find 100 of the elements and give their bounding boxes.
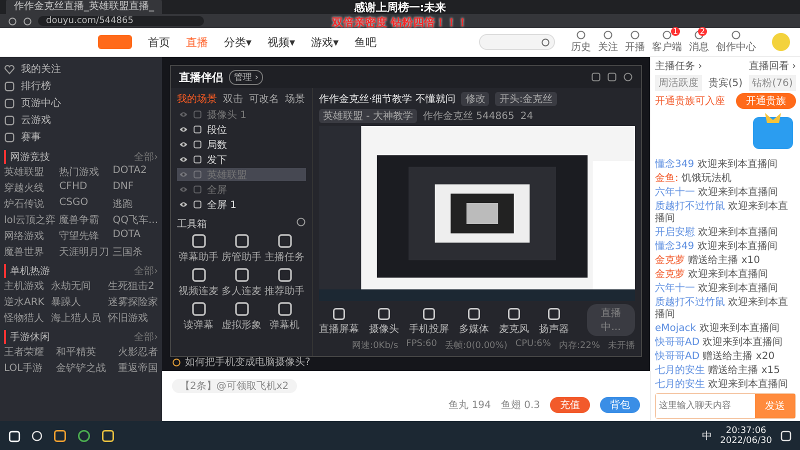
chat-link[interactable]: 主播任务 › (655, 59, 702, 73)
source-button[interactable]: 直播屏幕 (319, 307, 359, 336)
tool-button[interactable]: 弹幕机 (263, 301, 306, 332)
nav-link[interactable]: 分类▾ (224, 34, 252, 50)
scene-tab[interactable]: 场景 (285, 92, 305, 106)
scene-item[interactable]: 摄像头 1 (177, 108, 306, 121)
tip-link[interactable]: 如何把手机变成电脑摄像头? (185, 355, 310, 369)
category-link[interactable]: 热门游戏 (59, 165, 110, 179)
category-link[interactable]: 暴躁人 (51, 295, 102, 309)
header-link[interactable]: 开播 (625, 30, 645, 54)
nav-link[interactable]: 直播 (186, 34, 208, 50)
more-link[interactable]: 全部› (134, 330, 158, 344)
chat-link[interactable]: 直播回看 › (748, 59, 796, 73)
category-link[interactable]: 穿越火线 (4, 181, 56, 195)
scene-item[interactable]: 全屏 1 (177, 198, 306, 211)
tool-button[interactable]: 房管助手 (220, 233, 263, 264)
ime-indicator[interactable]: 中 (702, 429, 712, 443)
stat-text: FPS:60 (406, 339, 437, 351)
source-button[interactable]: 扬声器 (539, 307, 569, 336)
chat-tab[interactable]: 钻粉(76) (749, 75, 796, 91)
manage-button[interactable]: 管理 › (229, 70, 264, 84)
chat-message: 金克萝 赠送给主播 x10 (655, 255, 762, 267)
scene-item[interactable]: 局数 (177, 138, 306, 151)
tool-button[interactable]: 弹幕助手 (177, 233, 220, 264)
source-button[interactable]: 多媒体 (459, 307, 489, 336)
category-link[interactable]: 三国杀 (112, 245, 158, 259)
category-link[interactable]: 英雄联盟 (4, 165, 56, 179)
nav-link[interactable]: 鱼吧 (354, 34, 377, 50)
category-link[interactable]: 逆水ARK (4, 295, 44, 309)
more-link[interactable]: 全部› (134, 150, 158, 164)
category-link[interactable]: 逃跑 (112, 197, 158, 211)
notice-field[interactable]: 开头:金克丝 (495, 92, 557, 106)
tool-button[interactable]: 推荐助手 (263, 267, 306, 298)
scene-item[interactable]: 段位 (177, 123, 306, 136)
category-link[interactable]: 主机游戏 (4, 279, 44, 293)
site-logo[interactable] (98, 35, 132, 49)
category-link[interactable]: LOL手游 (4, 361, 44, 375)
scene-tab[interactable]: 双击 (223, 92, 243, 106)
go-live-button[interactable]: 直播中... (587, 304, 635, 336)
recharge-button[interactable]: 充值 (550, 397, 590, 413)
category-link[interactable]: 和平精英 (56, 345, 106, 359)
category-link[interactable]: 炉石传说 (4, 197, 56, 211)
category-link[interactable]: 生死狙击2 (108, 279, 158, 293)
clock[interactable]: 20:37:06 2022/06/30 (720, 426, 772, 446)
tool-button[interactable]: 多人连麦 (220, 267, 263, 298)
source-button[interactable]: 手机投屏 (409, 307, 449, 336)
source-button[interactable]: 麦克风 (499, 307, 529, 336)
category-link[interactable]: 火影忍者 (118, 345, 158, 359)
sidebar-item[interactable]: 赛事 (4, 129, 158, 145)
category-link[interactable]: 迷雾探险家 (108, 295, 158, 309)
category-link[interactable]: 天涯明月刀 (59, 245, 110, 259)
tool-button[interactable]: 虚拟形象 (220, 301, 263, 332)
source-button[interactable]: 摄像头 (369, 307, 399, 336)
tool-button[interactable]: 视频连麦 (177, 267, 220, 298)
search-field[interactable] (479, 34, 555, 50)
category-link[interactable]: 怀旧游戏 (108, 311, 158, 325)
category-link[interactable]: 魔兽世界 (4, 245, 56, 259)
category-field[interactable]: 英雄联盟 - 大神教学 (319, 109, 417, 123)
tool-button[interactable]: 读弹幕 (177, 301, 220, 332)
chat-tab[interactable]: 周活跃度 (655, 75, 702, 91)
sidebar-item[interactable]: 页游中心 (4, 95, 158, 111)
header-link[interactable]: 关注 (598, 30, 618, 54)
category-link[interactable]: DOTA2 (112, 165, 158, 179)
user-avatar[interactable] (772, 33, 790, 51)
scene-tab[interactable]: 我的场景 (177, 92, 217, 106)
header-link[interactable]: 客户端 1 (652, 30, 682, 54)
category-link[interactable]: 重返帝国 (118, 361, 158, 375)
nav-link[interactable]: 首页 (148, 34, 170, 50)
header-link[interactable]: 消息 2 (689, 30, 709, 54)
header-link[interactable]: 创作中心 (716, 30, 756, 54)
more-link[interactable]: 全部› (134, 264, 158, 278)
scene-item[interactable]: 发下 (177, 153, 306, 166)
category-link[interactable]: 怪物猎人 (4, 311, 44, 325)
scene-item[interactable]: 全屏 (177, 183, 306, 196)
category-link[interactable]: 永劫无间 (51, 279, 102, 293)
category-link[interactable]: 守望先锋 (59, 229, 110, 243)
scene-tab[interactable]: 可改名 (249, 92, 279, 106)
category-link[interactable]: 海上猎人员 (51, 311, 102, 325)
edit-button[interactable]: 修改 (461, 92, 490, 106)
category-link[interactable]: CSGO (59, 197, 110, 211)
vip-button[interactable]: 开通贵族 (736, 93, 796, 109)
category-link[interactable]: 王者荣耀 (4, 345, 44, 359)
backpack-button[interactable]: 背包 (600, 397, 640, 413)
category-link[interactable]: 网络游戏 (4, 229, 56, 243)
category-link[interactable]: CFHD (59, 181, 110, 195)
tool-button[interactable]: 主播任务 (263, 233, 306, 264)
header-link[interactable]: 历史 (571, 30, 591, 54)
sidebar-item[interactable]: 排行榜 (4, 78, 158, 94)
category-link[interactable]: lol云顶之弈 (4, 213, 56, 227)
category-link[interactable]: DOTA (112, 229, 158, 243)
sidebar-item[interactable]: 云游戏 (4, 112, 158, 128)
nav-link[interactable]: 游戏▾ (311, 34, 339, 50)
category-link[interactable]: DNF (112, 181, 158, 195)
nav-link[interactable]: 视频▾ (268, 34, 296, 50)
category-link[interactable]: 魔兽争霸 (59, 213, 110, 227)
category-link[interactable]: QQ飞车... (112, 213, 158, 227)
browser-tab[interactable]: 作作金克丝直播_英雄联盟直播_ (6, 0, 162, 14)
category-link[interactable]: 金铲铲之战 (56, 361, 106, 375)
address-bar[interactable]: douyu.com/544865 (38, 16, 204, 26)
sidebar-item[interactable]: 我的关注 (4, 61, 158, 77)
